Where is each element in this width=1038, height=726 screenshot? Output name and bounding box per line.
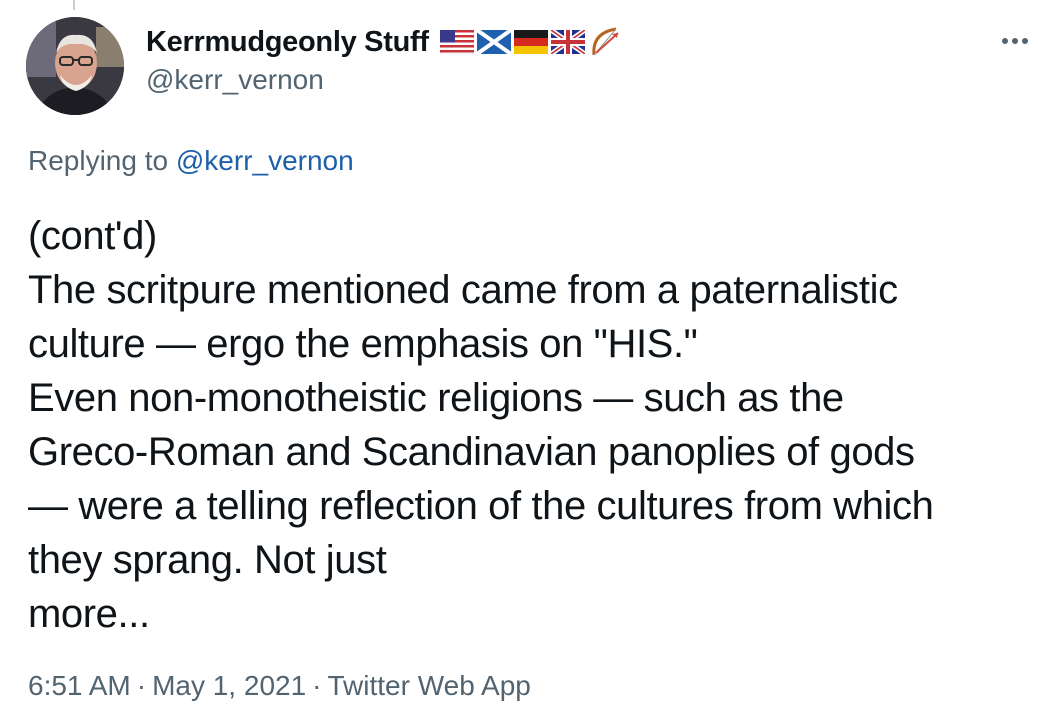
tweet-source[interactable]: Twitter Web App	[328, 670, 531, 701]
author-name-emoji	[439, 25, 622, 59]
more-options-button[interactable]	[998, 26, 1032, 56]
show-more-link[interactable]: more...	[28, 587, 1036, 641]
replying-to-label: Replying to	[28, 145, 176, 176]
uk-flag-icon	[550, 30, 585, 54]
author-handle[interactable]: @kerr_vernon	[146, 64, 622, 96]
meta-separator: ·	[312, 670, 322, 701]
tweet-text-line: Even non-monotheistic religions — such a…	[28, 376, 844, 420]
tweet-text-line: (cont'd)	[28, 214, 157, 258]
scotland-flag-icon	[476, 30, 511, 54]
tweet-author: Kerrmudgeonly Stuff @kerr_vernon	[146, 22, 622, 96]
us-flag-icon	[439, 30, 474, 54]
author-display-name[interactable]: Kerrmudgeonly Stuff	[146, 26, 429, 59]
avatar[interactable]	[26, 17, 124, 115]
author-name-row: Kerrmudgeonly Stuff	[146, 22, 622, 62]
replying-to: Replying to @kerr_vernon	[28, 145, 354, 177]
germany-flag-icon	[513, 30, 548, 54]
tweet-text-line: The scritpure mentioned came from a pate…	[28, 268, 898, 312]
meta-separator: ·	[136, 670, 147, 701]
avatar-photo	[26, 17, 124, 115]
tweet-text-line: Greco-Roman and Scandinavian panoplies o…	[28, 430, 915, 474]
thread-connector-line	[73, 0, 75, 10]
tweet-date[interactable]: May 1, 2021	[152, 670, 306, 701]
tweet-metadata: 6:51 AM · May 1, 2021 · Twitter Web App	[28, 670, 531, 702]
replying-to-mention[interactable]: @kerr_vernon	[176, 145, 354, 176]
more-dots-icon	[1002, 38, 1028, 44]
tweet-text-line: they sprang. Not just	[28, 538, 387, 582]
tweet-text-line: — were a telling reflection of the cultu…	[28, 484, 934, 528]
tweet-text-line: culture — ergo the emphasis on "HIS."	[28, 322, 698, 366]
tweet-text: (cont'd) The scritpure mentioned came fr…	[28, 209, 1036, 641]
bow-and-arrow-icon	[592, 27, 619, 56]
tweet-time[interactable]: 6:51 AM	[28, 670, 131, 701]
